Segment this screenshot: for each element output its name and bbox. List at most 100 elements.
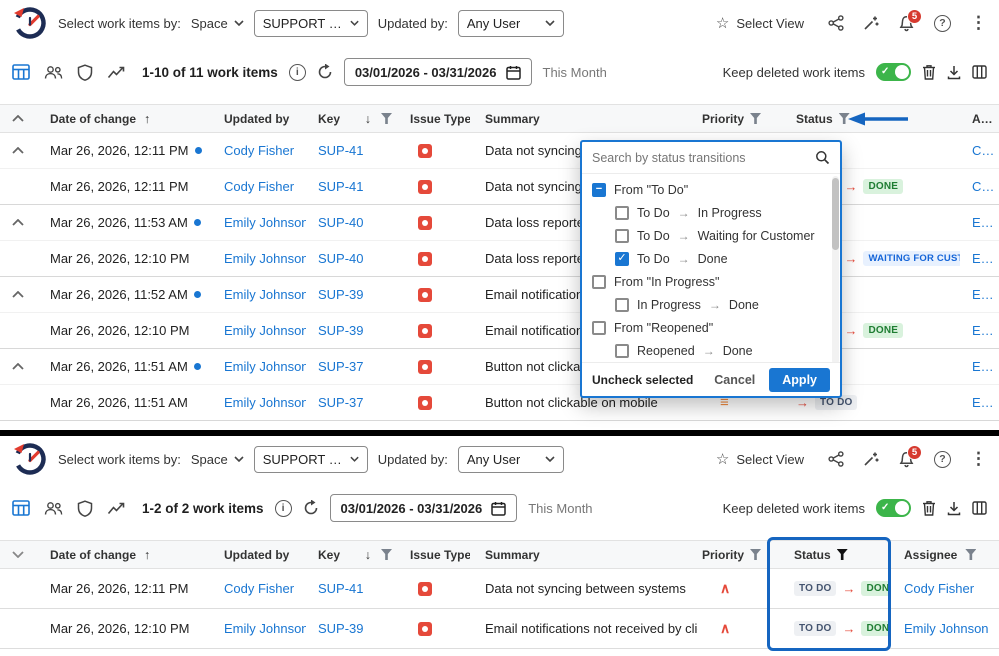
columns-button[interactable]	[972, 501, 987, 515]
assignee-link[interactable]: Cody Fisher	[972, 179, 993, 194]
collapse-all-chevron-icon[interactable]	[12, 115, 24, 122]
updated-by-link[interactable]: Emily Johnson	[224, 251, 306, 266]
assignee-link[interactable]: Emily Johnson	[904, 621, 989, 636]
issue-key-link[interactable]: SUP-39	[318, 323, 364, 338]
issue-key-link[interactable]: SUP-37	[318, 395, 364, 410]
table-view-button[interactable]	[12, 500, 30, 516]
info-button[interactable]: i	[275, 500, 292, 517]
sort-asc-icon[interactable]: ↑	[144, 112, 150, 126]
issue-key-link[interactable]: SUP-39	[318, 287, 364, 302]
status-filter-option[interactable]: From "In Progress"	[582, 270, 840, 293]
checkbox[interactable]	[615, 229, 629, 243]
status-filter-option[interactable]: To Do→Done	[582, 247, 840, 270]
checkbox[interactable]	[592, 275, 606, 289]
assignee-link[interactable]: Emily Johnson	[972, 395, 993, 410]
checkbox[interactable]	[592, 183, 606, 197]
more-menu-button[interactable]: ⋮	[970, 449, 987, 469]
sort-asc-icon[interactable]: ↑	[144, 548, 150, 562]
users-view-button[interactable]	[44, 501, 63, 516]
scrollbar-track[interactable]	[832, 176, 839, 362]
status-filter-icon[interactable]	[837, 549, 848, 560]
checkbox[interactable]	[592, 321, 606, 335]
updated-by-link[interactable]: Emily Johnson	[224, 395, 306, 410]
checkbox[interactable]	[615, 344, 629, 358]
space-select[interactable]: Space	[191, 16, 244, 31]
select-view-button[interactable]: ☆ Select View	[716, 14, 804, 32]
assignee-link[interactable]: Emily Johnson	[972, 359, 993, 374]
notifications-button[interactable]: 5	[898, 15, 915, 32]
shield-view-button[interactable]	[77, 64, 93, 81]
assignee-link[interactable]: Cody Fisher	[972, 143, 993, 158]
refresh-button[interactable]	[317, 64, 333, 80]
status-filter-option[interactable]: From "To Do"	[582, 178, 840, 201]
more-menu-button[interactable]: ⋮	[970, 13, 987, 33]
share-button[interactable]	[828, 15, 844, 31]
assignee-link[interactable]: Emily Johnson	[972, 323, 993, 338]
updated-by-link[interactable]: Emily Johnson	[224, 287, 306, 302]
cancel-button[interactable]: Cancel	[714, 373, 755, 387]
assignee-link[interactable]: Emily Johnson	[972, 251, 993, 266]
status-filter-option[interactable]: To Do→In Progress	[582, 201, 840, 224]
user-select[interactable]: Any User	[458, 446, 564, 473]
magic-wand-button[interactable]	[863, 15, 879, 31]
uncheck-selected-button[interactable]: Uncheck selected	[592, 373, 693, 387]
issue-key-link[interactable]: SUP-40	[318, 251, 364, 266]
sort-desc-icon[interactable]: ↓	[365, 112, 371, 126]
select-view-button[interactable]: ☆ Select View	[716, 450, 804, 468]
expand-chevron-icon[interactable]	[12, 147, 24, 154]
project-select[interactable]: SUPPORT [S...	[254, 446, 368, 473]
updated-by-link[interactable]: Emily Johnson	[224, 323, 306, 338]
sort-desc-icon[interactable]: ↓	[365, 548, 371, 562]
share-button[interactable]	[828, 451, 844, 467]
keep-deleted-toggle[interactable]	[876, 499, 911, 517]
updated-by-link[interactable]: Emily Johnson	[224, 215, 306, 230]
download-button[interactable]	[947, 501, 961, 516]
issue-key-link[interactable]: SUP-41	[318, 581, 364, 596]
checkbox[interactable]	[615, 206, 629, 220]
assignee-link[interactable]: Cody Fisher	[904, 581, 974, 596]
priority-filter-icon[interactable]	[750, 549, 761, 560]
apply-button[interactable]: Apply	[769, 368, 830, 392]
updated-by-link[interactable]: Cody Fisher	[224, 179, 294, 194]
issue-key-link[interactable]: SUP-41	[318, 179, 364, 194]
date-range-picker[interactable]: 03/01/2026 - 03/31/2026	[330, 494, 518, 522]
key-filter-icon[interactable]	[381, 113, 392, 124]
checkbox[interactable]	[615, 252, 629, 266]
help-button[interactable]: ?	[934, 15, 951, 32]
columns-button[interactable]	[972, 65, 987, 79]
collapse-all-chevron-icon[interactable]	[12, 551, 24, 558]
expand-chevron-icon[interactable]	[12, 363, 24, 370]
chart-view-button[interactable]	[107, 501, 125, 515]
issue-key-link[interactable]: SUP-40	[318, 215, 364, 230]
updated-by-link[interactable]: Emily Johnson	[224, 621, 306, 636]
status-filter-option[interactable]: Reopened→Done	[582, 339, 840, 362]
keep-deleted-toggle[interactable]	[876, 63, 911, 81]
user-select[interactable]: Any User	[458, 10, 564, 37]
status-search-input[interactable]: Search by status transitions	[582, 142, 840, 174]
key-filter-icon[interactable]	[381, 549, 392, 560]
updated-by-link[interactable]: Emily Johnson	[224, 359, 306, 374]
expand-chevron-icon[interactable]	[12, 219, 24, 226]
status-filter-icon[interactable]	[839, 113, 850, 124]
chart-view-button[interactable]	[107, 65, 125, 79]
notifications-button[interactable]: 5	[898, 451, 915, 468]
table-view-button[interactable]	[12, 64, 30, 80]
date-range-picker[interactable]: 03/01/2026 - 03/31/2026	[344, 58, 532, 86]
status-filter-option[interactable]: To Do→Waiting for Customer	[582, 224, 840, 247]
updated-by-link[interactable]: Cody Fisher	[224, 581, 294, 596]
refresh-button[interactable]	[303, 500, 319, 516]
trash-button[interactable]	[922, 64, 936, 80]
magic-wand-button[interactable]	[863, 451, 879, 467]
issue-key-link[interactable]: SUP-39	[318, 621, 364, 636]
help-button[interactable]: ?	[934, 451, 951, 468]
assignee-link[interactable]: Emily Johnson	[972, 215, 993, 230]
trash-button[interactable]	[922, 500, 936, 516]
status-filter-option[interactable]: From "Reopened"	[582, 316, 840, 339]
assignee-link[interactable]: Emily Johnson	[972, 287, 993, 302]
download-button[interactable]	[947, 65, 961, 80]
users-view-button[interactable]	[44, 65, 63, 80]
shield-view-button[interactable]	[77, 500, 93, 517]
assignee-filter-icon[interactable]	[965, 549, 976, 560]
project-select[interactable]: SUPPORT [S...	[254, 10, 368, 37]
expand-chevron-icon[interactable]	[12, 291, 24, 298]
